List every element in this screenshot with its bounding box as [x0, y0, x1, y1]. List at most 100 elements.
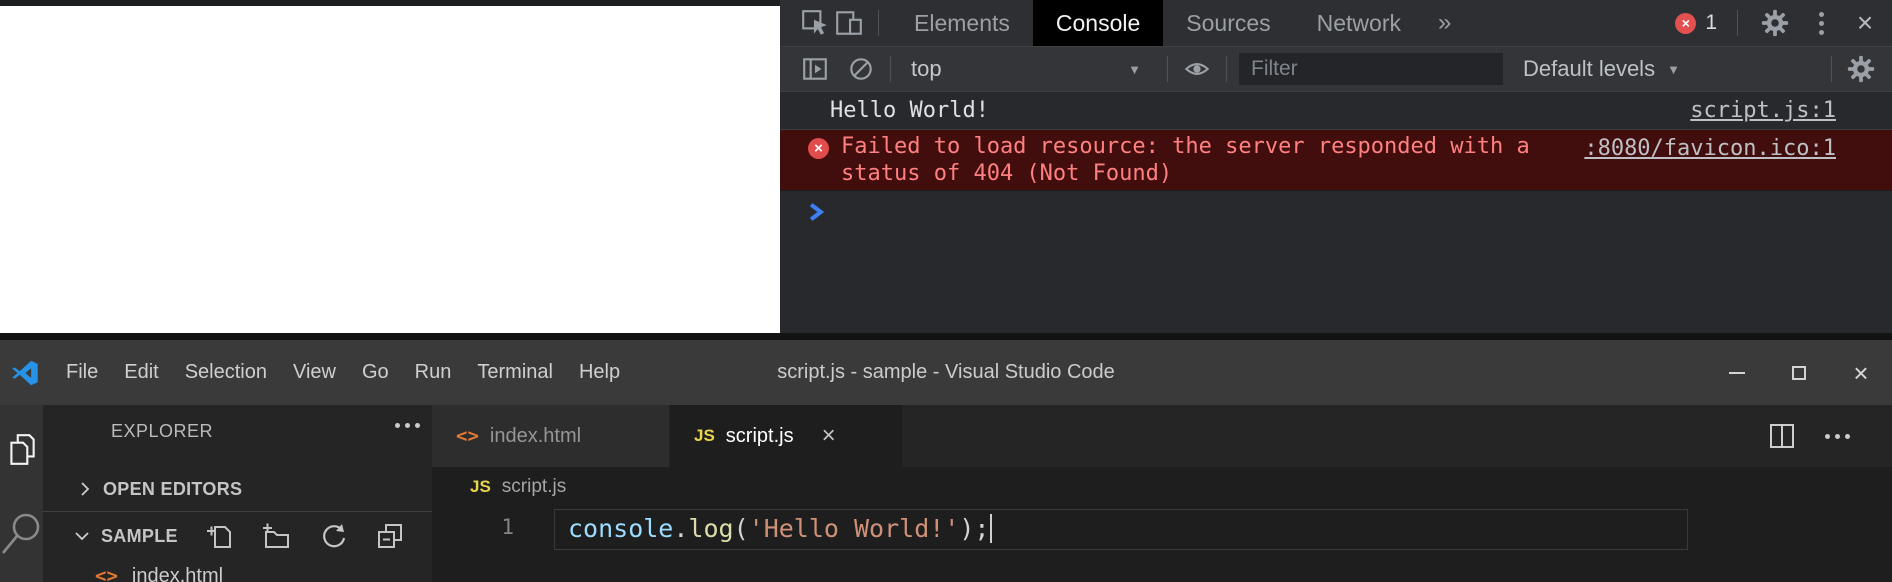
inspect-element-icon[interactable] — [798, 6, 832, 40]
tabbar-spacer — [903, 405, 1769, 467]
new-file-icon[interactable] — [204, 521, 234, 551]
close-icon: × — [1853, 360, 1868, 386]
folder-label: SAMPLE — [101, 526, 178, 547]
editor-more-actions-icon[interactable] — [1825, 434, 1850, 439]
error-badge[interactable]: × 1 — [1675, 11, 1717, 35]
error-icon: × — [808, 138, 829, 159]
console-log-row: Hello World! script.js:1 — [780, 92, 1892, 130]
menu-go[interactable]: Go — [349, 361, 402, 384]
error-source-link[interactable]: :8080/favicon.ico:1 — [1584, 135, 1836, 162]
activity-bar — [0, 405, 43, 582]
tab-console[interactable]: Console — [1033, 0, 1163, 46]
console-prompt[interactable] — [780, 191, 1892, 233]
explorer-header: EXPLORER — [111, 421, 213, 442]
device-toolbar-icon[interactable] — [832, 6, 866, 40]
explorer-sidebar: EXPLORER OPEN EDITORS SAMPLE — [43, 405, 432, 582]
menu-file[interactable]: File — [53, 361, 111, 384]
context-selector-value: top — [911, 56, 942, 82]
chevron-down-icon — [73, 528, 91, 544]
chevron-down-icon: ▼ — [1128, 62, 1141, 77]
editor-group: <> index.html JS script.js × — [432, 405, 1892, 582]
html-file-icon: <> — [95, 565, 118, 582]
minimize-icon — [1729, 372, 1745, 374]
editor-tab-index-html[interactable]: <> index.html — [432, 405, 670, 467]
console-toolbar: top ▼ Default levels ▼ — [780, 46, 1892, 92]
tab-close-icon[interactable]: × — [822, 424, 836, 448]
browser-page — [0, 6, 780, 333]
menu-help[interactable]: Help — [566, 361, 633, 384]
tab-sources[interactable]: Sources — [1163, 0, 1293, 46]
tab-network[interactable]: Network — [1294, 0, 1424, 46]
menu-view[interactable]: View — [280, 361, 349, 384]
breadcrumb[interactable]: JS script.js — [432, 467, 1892, 507]
window-controls: × — [1706, 340, 1892, 405]
maximize-button[interactable] — [1768, 340, 1830, 405]
console-sidebar-icon[interactable] — [798, 52, 832, 86]
devtools-close-icon[interactable]: × — [1848, 6, 1882, 40]
explorer-more-actions-icon[interactable] — [395, 423, 420, 428]
vscode-titlebar: File Edit Selection View Go Run Terminal… — [0, 340, 1892, 405]
tab-elements[interactable]: Elements — [891, 0, 1033, 46]
file-item-label: index.html — [132, 565, 223, 582]
devtools-panel: Elements Console Sources Network » × 1 — [780, 0, 1892, 333]
menu-edit[interactable]: Edit — [111, 361, 171, 384]
chevron-down-icon: ▼ — [1667, 62, 1680, 77]
menu-run[interactable]: Run — [402, 361, 465, 384]
maximize-icon — [1792, 366, 1806, 380]
open-editors-label: OPEN EDITORS — [103, 479, 242, 500]
devtools-settings-icon[interactable] — [1758, 6, 1792, 40]
error-message: Failed to load resource: the server resp… — [841, 133, 1530, 187]
log-levels-value: Default levels — [1523, 56, 1655, 82]
split-editor-icon[interactable] — [1769, 423, 1795, 449]
log-levels-dropdown[interactable]: Default levels ▼ — [1523, 56, 1680, 82]
more-tabs-icon[interactable]: » — [1424, 0, 1465, 46]
editor-tab-script-js[interactable]: JS script.js × — [670, 405, 903, 467]
window-title: script.js - sample - Visual Studio Code — [777, 361, 1115, 384]
vscode-main: EXPLORER OPEN EDITORS SAMPLE — [0, 405, 1892, 582]
folder-section[interactable]: SAMPLE — [43, 513, 432, 559]
editor-tabbar: <> index.html JS script.js × — [432, 405, 1892, 467]
minimize-button[interactable] — [1706, 340, 1768, 405]
search-activity-icon[interactable] — [1, 511, 43, 567]
explorer-activity-icon[interactable] — [4, 431, 40, 467]
console-settings-icon[interactable] — [1844, 52, 1878, 86]
text-cursor — [990, 514, 992, 543]
error-badge-count: 1 — [1705, 11, 1717, 35]
chevron-right-icon — [77, 481, 93, 497]
prompt-chevron-icon — [807, 200, 825, 224]
error-badge-icon: × — [1675, 13, 1696, 34]
divider — [1831, 56, 1832, 82]
refresh-icon[interactable] — [318, 521, 348, 551]
open-editors-section[interactable]: OPEN EDITORS — [43, 470, 432, 508]
divider — [878, 10, 879, 36]
devtools-menu-icon[interactable] — [1806, 6, 1836, 40]
close-button[interactable]: × — [1830, 340, 1892, 405]
sidebar-divider — [43, 511, 432, 512]
tab-label: script.js — [726, 425, 794, 448]
collapse-folders-icon[interactable] — [375, 521, 405, 551]
menu-selection[interactable]: Selection — [172, 361, 280, 384]
clear-console-icon[interactable] — [844, 52, 878, 86]
divider — [1167, 56, 1168, 82]
file-item-index-html[interactable]: <> index.html — [43, 561, 432, 582]
vscode-window: File Edit Selection View Go Run Terminal… — [0, 333, 1892, 582]
filter-input[interactable] — [1239, 53, 1503, 85]
code-line: console.log('Hello World!'); — [568, 514, 992, 543]
js-file-icon: JS — [470, 477, 491, 497]
context-selector[interactable]: top ▼ — [903, 56, 1155, 82]
new-folder-icon[interactable] — [261, 521, 291, 551]
divider — [1737, 10, 1738, 36]
live-expression-eye-icon[interactable] — [1180, 52, 1214, 86]
js-file-icon: JS — [694, 426, 715, 446]
screen: Elements Console Sources Network » × 1 — [0, 0, 1892, 582]
line-number: 1 — [488, 515, 514, 539]
devtools-tabbar: Elements Console Sources Network » × 1 — [780, 0, 1892, 46]
vscode-logo-icon — [11, 359, 39, 387]
code-editor[interactable]: 1 console.log('Hello World!'); — [432, 507, 1892, 582]
editor-actions — [1769, 405, 1850, 467]
vscode-window-border — [0, 333, 1892, 340]
log-source-link[interactable]: script.js:1 — [1690, 98, 1836, 123]
divider — [1226, 56, 1227, 82]
console-error-row: × Failed to load resource: the server re… — [780, 130, 1892, 191]
menu-terminal[interactable]: Terminal — [464, 361, 566, 384]
